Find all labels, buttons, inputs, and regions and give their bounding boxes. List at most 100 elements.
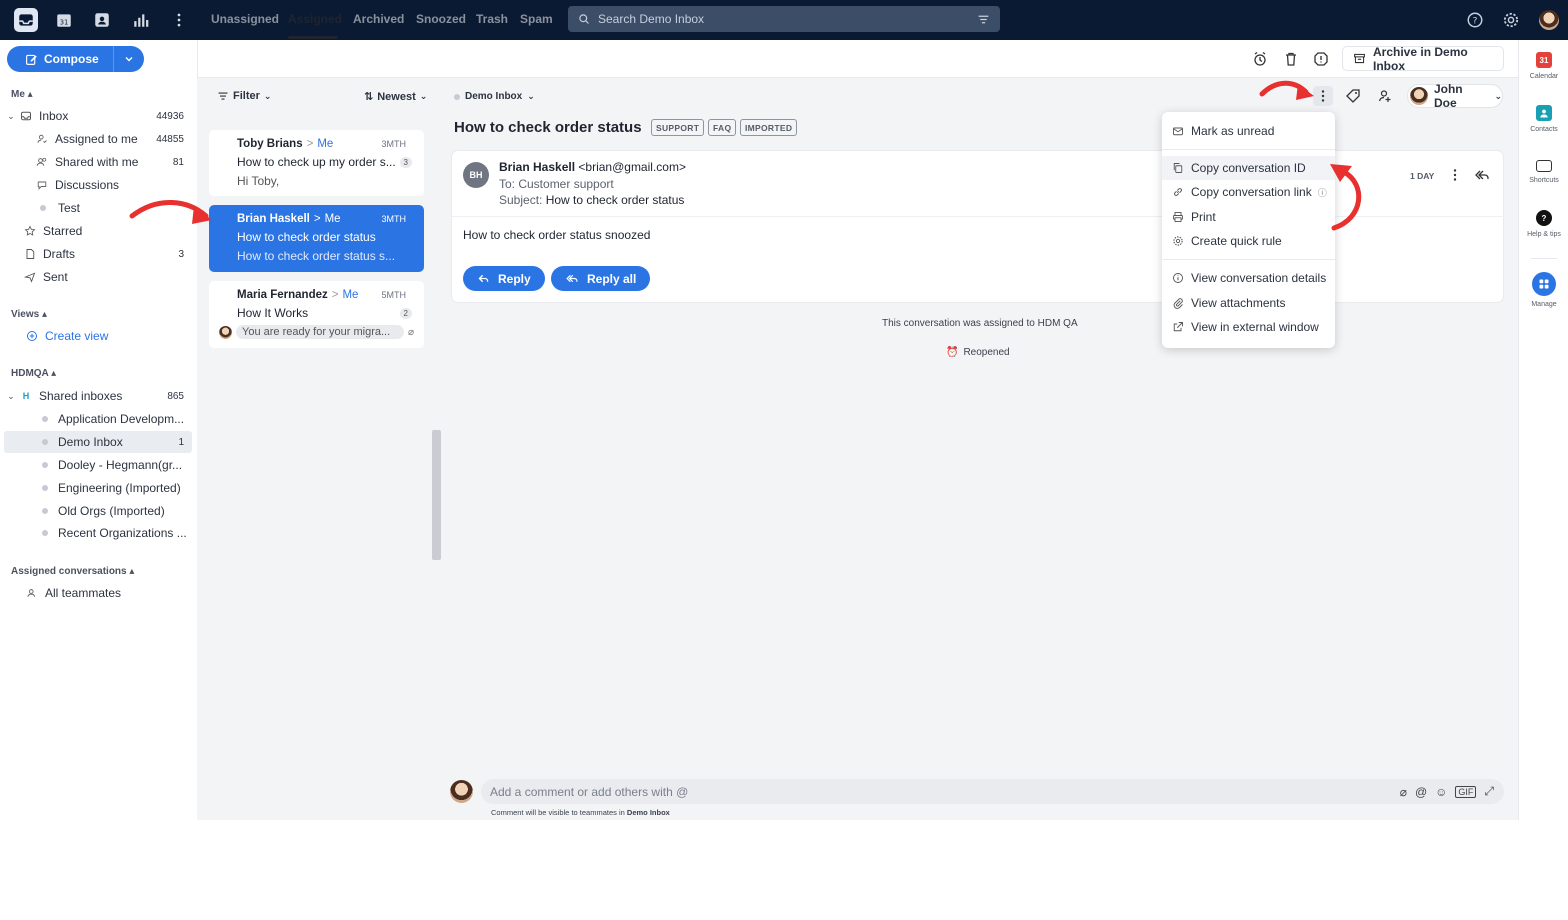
sidebar-item-assigned-to-me[interactable]: Assigned to me 44855 xyxy=(4,128,192,150)
sidebar-item-inbox[interactable]: ⌄ Inbox 44936 xyxy=(4,105,192,127)
sidebar-item-engineering[interactable]: Engineering (Imported) xyxy=(4,477,192,499)
tab-archived[interactable]: Archived xyxy=(353,12,404,26)
tab-unassigned[interactable]: Unassigned xyxy=(211,12,279,26)
tag-support[interactable]: SUPPORT xyxy=(651,119,705,136)
sidebar-item-shared-inboxes[interactable]: ⌄ H Shared inboxes 865 xyxy=(4,385,192,407)
svg-text:?: ? xyxy=(1473,16,1478,26)
menu-item-view-conversation-details[interactable]: View conversation details xyxy=(1162,266,1335,290)
conversation-card[interactable]: Toby Brians > Me 3MTH How to check up my or… xyxy=(209,130,424,196)
plus-circle-icon xyxy=(24,329,40,343)
menu-item-create-quick-rule[interactable]: Create quick rule xyxy=(1162,229,1335,253)
menu-item-view-attachments[interactable]: View attachments xyxy=(1162,291,1335,315)
subject-line: Subject: How to check order status xyxy=(499,193,685,207)
compose-button[interactable]: Compose xyxy=(7,46,144,72)
contacts-icon xyxy=(1536,105,1552,121)
help-icon[interactable]: ? xyxy=(1463,8,1487,32)
manage-app-button[interactable]: Manage xyxy=(1519,272,1568,308)
sidebar-item-application-development[interactable]: Application Developm... xyxy=(4,408,192,430)
annotation-arrow-icon xyxy=(1259,80,1314,100)
tag-imported[interactable]: IMPORTED xyxy=(740,119,798,136)
reply-all-arrow-icon[interactable] xyxy=(1472,165,1492,185)
search-filter-icon[interactable] xyxy=(977,13,990,26)
calendar-app-button[interactable]: 31 Calendar xyxy=(1519,52,1568,80)
hdmqa-section-heading[interactable]: HDMQA ▴ xyxy=(11,368,56,379)
contacts-app-icon[interactable] xyxy=(90,8,114,32)
emoji-icon[interactable]: ☺ xyxy=(1435,785,1447,799)
menu-item-view-external-window[interactable]: View in external window xyxy=(1162,315,1335,339)
chevron-down-icon[interactable]: ⌄ xyxy=(4,111,18,122)
reports-app-icon[interactable] xyxy=(129,8,153,32)
sidebar-item-all-teammates[interactable]: All teammates xyxy=(4,582,192,604)
conversation-card[interactable]: Maria Fernandez > Me 5MTH How It Works 2 You… xyxy=(209,281,424,348)
sort-newest-dropdown[interactable]: ⇅ Newest ⌄ xyxy=(364,90,427,104)
menu-item-print[interactable]: Print xyxy=(1162,205,1335,229)
conversation-card-selected[interactable]: Brian Haskell > Me 3MTH How to check order … xyxy=(209,205,424,272)
views-section-heading[interactable]: Views ▴ xyxy=(11,309,47,320)
help-tips-app-button[interactable]: ? Help & tips xyxy=(1519,210,1568,238)
menu-item-copy-conversation-id[interactable]: Copy conversation ID xyxy=(1162,156,1335,180)
grid-apps-icon xyxy=(1532,272,1556,296)
divider xyxy=(1531,258,1557,259)
search-input[interactable]: Search Demo Inbox xyxy=(598,12,977,26)
chevron-down-icon[interactable]: ⌄ xyxy=(4,391,18,402)
tab-trash[interactable]: Trash xyxy=(476,12,508,26)
list-scrollbar[interactable] xyxy=(432,430,441,560)
sort-arrows-icon: ⇅ xyxy=(364,91,374,103)
mention-at-icon[interactable]: @ xyxy=(1415,785,1427,799)
create-view-link[interactable]: Create view xyxy=(4,325,192,347)
inbox-icon xyxy=(18,109,34,123)
tag-label-icon[interactable] xyxy=(1343,86,1363,106)
keyboard-icon xyxy=(1536,160,1552,172)
trash-icon[interactable] xyxy=(1281,49,1301,69)
svg-text:31: 31 xyxy=(60,19,69,27)
message-kebab-icon[interactable] xyxy=(1445,165,1465,185)
sender-avatar: BH xyxy=(463,162,489,188)
user-avatar[interactable] xyxy=(1537,8,1561,32)
inbox-dot-icon xyxy=(42,485,48,491)
comment-input[interactable]: Add a comment or add others with @ ⌀ @ ☺… xyxy=(481,779,1504,804)
calendar-app-icon[interactable]: 31 xyxy=(52,8,76,32)
shortcuts-app-button[interactable]: Shortcuts xyxy=(1519,158,1568,184)
tab-snoozed[interactable]: Snoozed xyxy=(416,12,466,26)
inbox-dot-icon xyxy=(42,530,48,536)
sender-line: Brian Haskell <brian@gmail.com> xyxy=(499,160,686,174)
tab-assigned[interactable]: Assigned xyxy=(288,12,342,26)
current-user-avatar xyxy=(450,780,473,803)
sidebar-item-shared-with-me[interactable]: Shared with me 81 xyxy=(4,151,192,173)
menu-divider xyxy=(1162,259,1335,260)
message-time: 1 DAY xyxy=(1410,171,1435,181)
compose-dropdown-chevron-icon[interactable] xyxy=(114,54,144,64)
send-icon xyxy=(22,270,38,284)
tag-faq[interactable]: FAQ xyxy=(708,119,737,136)
sidebar-item-recent-organizations[interactable]: Recent Organizations ... xyxy=(4,522,192,544)
settings-gear-icon[interactable] xyxy=(1499,8,1523,32)
sidebar-item-sent[interactable]: Sent xyxy=(4,266,192,288)
archive-in-inbox-button[interactable]: Archive in Demo Inbox xyxy=(1342,45,1504,73)
sidebar-item-old-orgs[interactable]: Old Orgs (Imported) xyxy=(4,500,192,522)
sidebar-item-dooley-hegmann[interactable]: Dooley - Hegmann(gr... xyxy=(4,454,192,476)
tab-spam[interactable]: Spam xyxy=(520,12,553,26)
filter-button[interactable]: Filter ⌄ xyxy=(217,90,271,102)
search-bar[interactable]: Search Demo Inbox xyxy=(568,6,1000,32)
gif-icon[interactable]: GIF xyxy=(1455,785,1477,798)
me-section-heading[interactable]: Me ▴ xyxy=(11,89,33,100)
contacts-app-button[interactable]: Contacts xyxy=(1519,105,1568,133)
assign-user-icon[interactable] xyxy=(1375,86,1395,106)
sidebar-item-drafts[interactable]: Drafts 3 xyxy=(4,243,192,265)
menu-item-copy-conversation-link[interactable]: Copy conversation link ⓘ xyxy=(1162,180,1335,204)
more-apps-icon[interactable] xyxy=(167,8,191,32)
spam-alert-icon[interactable] xyxy=(1311,49,1331,69)
reply-button[interactable]: Reply xyxy=(463,266,545,291)
inbox-app-icon[interactable] xyxy=(14,8,38,32)
snooze-clock-icon[interactable] xyxy=(1250,49,1270,69)
assignee-dropdown[interactable]: John Doe ⌄ xyxy=(1407,82,1503,110)
conversation-title: How to check order status xyxy=(454,119,642,136)
inbox-selector[interactable]: Demo Inbox ⌄ xyxy=(454,91,535,102)
alarm-clock-icon: ⏰ xyxy=(946,347,959,358)
attach-icon[interactable]: ⌀ xyxy=(1400,785,1407,799)
assigned-conversations-heading[interactable]: Assigned conversations ▴ xyxy=(11,566,134,577)
reply-all-button[interactable]: Reply all xyxy=(551,266,651,291)
expand-icon[interactable]: ⤢ xyxy=(1484,784,1494,799)
sidebar-item-demo-inbox[interactable]: Demo Inbox 1 xyxy=(4,431,192,453)
menu-item-mark-unread[interactable]: Mark as unread xyxy=(1162,119,1335,143)
